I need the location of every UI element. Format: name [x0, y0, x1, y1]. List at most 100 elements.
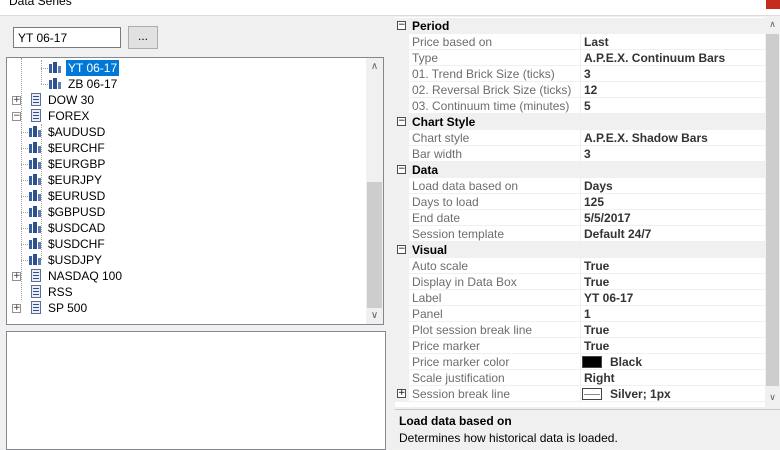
property-value[interactable]: True [584, 339, 609, 353]
category-data[interactable]: − Data [395, 162, 765, 178]
row-gutter [395, 354, 409, 370]
property-row[interactable]: Panel 1 [395, 306, 765, 322]
property-row[interactable]: Price based on Last [395, 34, 765, 50]
property-value[interactable]: 3 [584, 67, 591, 81]
collapse-icon[interactable]: − [397, 165, 406, 174]
category-visual[interactable]: − Visual [395, 242, 765, 258]
collapse-icon[interactable]: − [397, 21, 406, 30]
property-row[interactable]: Chart style A.P.E.X. Shadow Bars [395, 130, 765, 146]
row-gutter [395, 226, 409, 242]
property-value[interactable]: True [584, 259, 609, 273]
instrument-tree[interactable]: YT 06-17 ZB 06-17 + DOW 30 − FOREX $AUDUSD $EUR… [6, 57, 384, 325]
tree-item[interactable]: + NASDAQ 100 [7, 268, 362, 284]
row-gutter [395, 66, 409, 82]
property-grid-scrollbar[interactable]: ∧ ∨ [765, 17, 780, 407]
property-row[interactable]: Days to load 125 [395, 194, 765, 210]
property-value[interactable]: YT 06-17 [584, 291, 633, 305]
collapse-icon[interactable]: − [397, 245, 406, 254]
tree-item[interactable]: $USDJPY [7, 252, 362, 268]
category-label: Data [412, 163, 439, 177]
property-value[interactable]: Last [584, 35, 609, 49]
scroll-thumb[interactable] [367, 182, 382, 308]
property-value[interactable]: 1 [584, 307, 591, 321]
expand-icon[interactable]: + [12, 304, 21, 313]
property-value[interactable]: Right [584, 371, 615, 385]
tree-item[interactable]: $EURUSD [7, 188, 362, 204]
property-value[interactable]: 5/5/2017 [584, 211, 631, 225]
category-chart-style[interactable]: − Chart Style [395, 114, 765, 130]
property-value[interactable]: Black [610, 355, 642, 369]
tree-item-label: NASDAQ 100 [48, 269, 123, 283]
expand-icon[interactable]: + [12, 272, 21, 281]
property-row[interactable]: Plot session break line True [395, 322, 765, 338]
property-value[interactable]: Silver; 1px [610, 387, 671, 401]
tree-item[interactable]: ZB 06-17 [7, 76, 362, 92]
tree-item[interactable]: $GBPUSD [7, 204, 362, 220]
property-row[interactable]: End date 5/5/2017 [395, 210, 765, 226]
column-divider [580, 386, 581, 402]
property-value[interactable]: 125 [584, 195, 604, 209]
collapse-icon[interactable]: − [12, 112, 21, 121]
property-value[interactable]: A.P.E.X. Shadow Bars [584, 131, 708, 145]
scroll-up-icon[interactable]: ∧ [366, 58, 383, 75]
tree-item[interactable]: − FOREX [7, 108, 362, 124]
folder-icon [29, 93, 43, 106]
property-value[interactable]: 5 [584, 99, 591, 113]
tree-item[interactable]: $EURJPY [7, 172, 362, 188]
property-row[interactable]: Price marker color Black [395, 354, 765, 370]
property-value[interactable]: Days [584, 179, 613, 193]
property-row[interactable]: Display in Data Box True [395, 274, 765, 290]
property-value[interactable]: Default 24/7 [584, 227, 651, 241]
property-row[interactable]: 02. Reversal Brick Size (ticks) 12 [395, 82, 765, 98]
grid-scroll-thumb[interactable] [766, 34, 779, 386]
tree-item[interactable]: + DOW 30 [7, 92, 362, 108]
tree-item[interactable]: $USDCAD [7, 220, 362, 236]
column-divider [580, 354, 581, 370]
property-row[interactable]: Type A.P.E.X. Continuum Bars [395, 50, 765, 66]
browse-button[interactable]: ... [128, 26, 158, 49]
property-row[interactable]: Scale justification Right [395, 370, 765, 386]
category-period[interactable]: − Period [395, 18, 765, 34]
grid-scroll-up-icon[interactable]: ∧ [765, 17, 780, 34]
property-value[interactable]: True [584, 323, 609, 337]
property-row[interactable]: Bar width 3 [395, 146, 765, 162]
row-gutter [395, 274, 409, 290]
property-value[interactable]: True [584, 275, 609, 289]
property-row[interactable]: Price marker True [395, 338, 765, 354]
tree-guide [41, 124, 42, 260]
close-button[interactable] [766, 0, 780, 9]
expand-icon[interactable]: + [12, 96, 21, 105]
collapse-icon[interactable]: − [397, 117, 406, 126]
tree-item[interactable]: + SP 500 [7, 300, 362, 316]
grid-scroll-down-icon[interactable]: ∨ [765, 390, 780, 407]
property-row[interactable]: + Session break line Silver; 1px [395, 386, 765, 402]
property-row[interactable]: Session template Default 24/7 [395, 226, 765, 242]
tree-item[interactable]: $EURCHF [7, 140, 362, 156]
property-value[interactable]: A.P.E.X. Continuum Bars [584, 51, 725, 65]
tree-item[interactable]: $EURGBP [7, 156, 362, 172]
row-gutter [395, 50, 409, 66]
scroll-down-icon[interactable]: ∨ [366, 307, 383, 324]
column-divider [580, 194, 581, 210]
property-row[interactable]: 03. Continuum time (minutes) 5 [395, 98, 765, 114]
property-row[interactable]: Auto scale True [395, 258, 765, 274]
property-value[interactable]: 3 [584, 147, 591, 161]
tree-item[interactable]: $USDCHF [7, 236, 362, 252]
instrument-search-input[interactable] [13, 27, 121, 48]
tree-item-label: YT 06-17 [66, 60, 120, 76]
property-grid[interactable]: − Period Price based on Last Type A.P.E.X. Co… [395, 17, 780, 407]
column-divider [580, 322, 581, 338]
tree-item[interactable]: RSS [7, 284, 362, 300]
tree-item-label: $EURGBP [48, 157, 106, 171]
tree-scrollbar[interactable]: ∧ ∨ [366, 58, 383, 324]
tree-item[interactable]: YT 06-17 [7, 60, 362, 76]
property-row[interactable]: Label YT 06-17 [395, 290, 765, 306]
tree-item-label: $USDCHF [48, 237, 105, 251]
expand-icon[interactable]: + [397, 389, 406, 398]
property-name: Label [412, 291, 442, 305]
property-row[interactable]: 01. Trend Brick Size (ticks) 3 [395, 66, 765, 82]
property-name: 02. Reversal Brick Size (ticks) [412, 83, 572, 97]
property-row[interactable]: Load data based on Days [395, 178, 765, 194]
property-value[interactable]: 12 [584, 83, 597, 97]
tree-item[interactable]: $AUDUSD [7, 124, 362, 140]
